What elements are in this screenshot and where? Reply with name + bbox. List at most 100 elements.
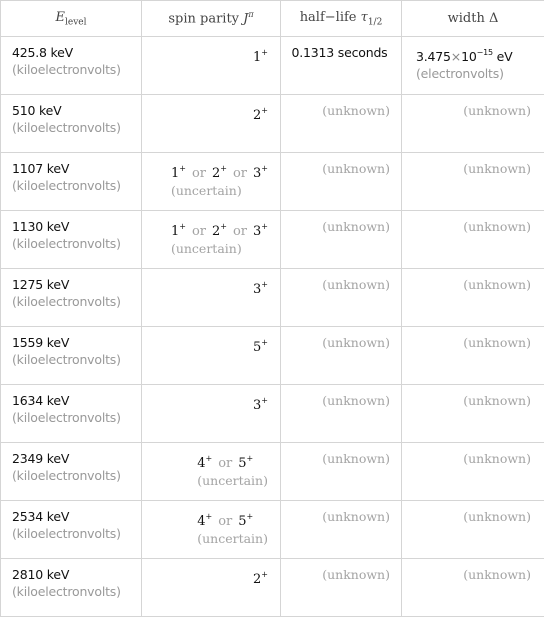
spin-values: 1+ — [253, 44, 268, 66]
spin-values: 2+ — [253, 566, 268, 588]
energy-unit: (kiloelectronvolts) — [12, 525, 141, 543]
or-separator: or — [227, 224, 253, 239]
or-separator: or — [186, 166, 212, 181]
energy-cell: 2810 keV(kiloelectronvolts) — [1, 559, 142, 617]
parity-sign: + — [261, 48, 268, 57]
energy-value: 1107 keV — [12, 160, 141, 177]
half-life-cell: (unknown) — [281, 385, 402, 443]
width-cell: (unknown) — [402, 269, 544, 327]
width-cell: (unknown) — [402, 211, 544, 269]
or-separator: or — [227, 166, 253, 181]
width-cell: (unknown) — [402, 385, 544, 443]
energy-value: 2349 keV — [12, 450, 141, 467]
width-value: (unknown) — [416, 160, 531, 177]
spin-block: 4+or5+(uncertain) — [197, 450, 268, 489]
spin-value: 4 — [197, 456, 205, 471]
width-cell: (unknown) — [402, 501, 544, 559]
header-width: width Δ — [402, 1, 544, 37]
energy-unit: (kiloelectronvolts) — [12, 61, 141, 79]
parity-sign: + — [247, 454, 254, 463]
table-row: 2349 keV(kiloelectronvolts)4+or5+(uncert… — [1, 443, 544, 501]
half-life-value: (unknown) — [289, 218, 390, 235]
half-life-cell: 0.1313 seconds — [281, 37, 402, 95]
or-separator: or — [186, 224, 212, 239]
spin-parity-cell: 3+ — [142, 269, 281, 327]
spin-values: 4+or5+ — [197, 508, 253, 530]
spin-value: 5 — [238, 456, 246, 471]
half-life-value: 0.1313 seconds — [289, 44, 390, 61]
width-value: (unknown) — [416, 508, 531, 525]
table-row: 1107 keV(kiloelectronvolts)1+or2+or3+(un… — [1, 153, 544, 211]
uncertain-note: (uncertain) — [197, 472, 268, 489]
half-life-cell: (unknown) — [281, 95, 402, 153]
header-spin-parity: spin parity Jπ — [142, 1, 281, 37]
width-value: (unknown) — [416, 102, 531, 119]
width-unit: (electronvolts) — [416, 65, 531, 83]
half-life-value: (unknown) — [289, 508, 390, 525]
half-life-value: (unknown) — [289, 160, 390, 177]
header-half-life: half−life τ1/2 — [281, 1, 402, 37]
table-row: 1130 keV(kiloelectronvolts)1+or2+or3+(un… — [1, 211, 544, 269]
half-life-cell: (unknown) — [281, 559, 402, 617]
half-life-cell: (unknown) — [281, 443, 402, 501]
width-cell: (unknown) — [402, 559, 544, 617]
energy-cell: 2349 keV(kiloelectronvolts) — [1, 443, 142, 501]
table-row: 1559 keV(kiloelectronvolts)5+(unknown)(u… — [1, 327, 544, 385]
width-value: (unknown) — [416, 392, 531, 409]
parity-sign: + — [179, 222, 186, 231]
spin-value: 2 — [253, 572, 261, 587]
parity-sign: + — [261, 106, 268, 115]
energy-value: 1559 keV — [12, 334, 141, 351]
parity-sign: + — [261, 222, 268, 231]
uncertain-note: (uncertain) — [171, 240, 268, 257]
spin-block: 1+or2+or3+(uncertain) — [171, 218, 268, 257]
parity-sign: + — [261, 280, 268, 289]
width-unit-abbr: eV — [497, 49, 513, 64]
energy-value: 510 keV — [12, 102, 141, 119]
parity-sign: + — [179, 164, 186, 173]
spin-parity-cell: 4+or5+(uncertain) — [142, 443, 281, 501]
table-row: 2810 keV(kiloelectronvolts) 2+ (unknown) (u… — [1, 559, 544, 617]
energy-cell: 1107 keV(kiloelectronvolts) — [1, 153, 142, 211]
energy-cell: 1130 keV(kiloelectronvolts) — [1, 211, 142, 269]
energy-cell: 510 keV(kiloelectronvolts) — [1, 95, 142, 153]
width-value: (unknown) — [416, 218, 531, 235]
half-life-value: (unknown) — [289, 566, 390, 583]
spin-values: 1+or2+or3+ — [171, 218, 268, 240]
spin-values: 5+ — [253, 334, 268, 356]
or-separator: or — [212, 456, 238, 471]
energy-cell: 1634 keV(kiloelectronvolts) — [1, 385, 142, 443]
width-cell: (unknown) — [402, 443, 544, 501]
table-row: 425.8 keV(kiloelectronvolts)1+0.1313 sec… — [1, 37, 544, 95]
width-value: 3.475×10−15 eV — [416, 44, 531, 65]
spin-parity-cell: 1+or2+or3+(uncertain) — [142, 153, 281, 211]
times-sign: × — [451, 49, 461, 64]
spin-block: 4+or5+(uncertain) — [197, 508, 268, 547]
energy-levels-table: Elevel spin parity Jπ half−life τ1/2 wid… — [0, 0, 544, 617]
half-life-cell: (unknown) — [281, 153, 402, 211]
half-life-cell: (unknown) — [281, 269, 402, 327]
width-value: (unknown) — [416, 276, 531, 293]
energy-cell: 1559 keV(kiloelectronvolts) — [1, 327, 142, 385]
width-cell: 3.475×10−15 eV(electronvolts) — [402, 37, 544, 95]
half-life-value: (unknown) — [289, 276, 390, 293]
energy-unit: (kiloelectronvolts) — [12, 467, 141, 485]
spin-values: 4+or5+ — [197, 450, 253, 472]
parity-sign: + — [261, 570, 268, 579]
energy-unit: (kiloelectronvolts) — [12, 351, 141, 369]
energy-value: 2534 keV — [12, 508, 141, 525]
parity-sign: + — [220, 222, 227, 231]
spin-parity-cell: 1+or2+or3+(uncertain) — [142, 211, 281, 269]
spin-block: 1+or2+or3+(uncertain) — [171, 160, 268, 199]
energy-value: 1130 keV — [12, 218, 141, 235]
width-cell: (unknown) — [402, 327, 544, 385]
uncertain-note: (uncertain) — [171, 182, 268, 199]
uncertain-note: (uncertain) — [197, 530, 268, 547]
table-row: 1634 keV(kiloelectronvolts) 3+ (unknown) (u… — [1, 385, 544, 443]
table-row: 510 keV(kiloelectronvolts)2+(unknown)(un… — [1, 95, 544, 153]
spin-values: 3+ — [253, 392, 268, 414]
parity-sign: + — [261, 338, 268, 347]
spin-parity-cell: 5+ — [142, 327, 281, 385]
spin-parity-cell: 2+ — [142, 95, 281, 153]
width-value: (unknown) — [416, 566, 531, 583]
